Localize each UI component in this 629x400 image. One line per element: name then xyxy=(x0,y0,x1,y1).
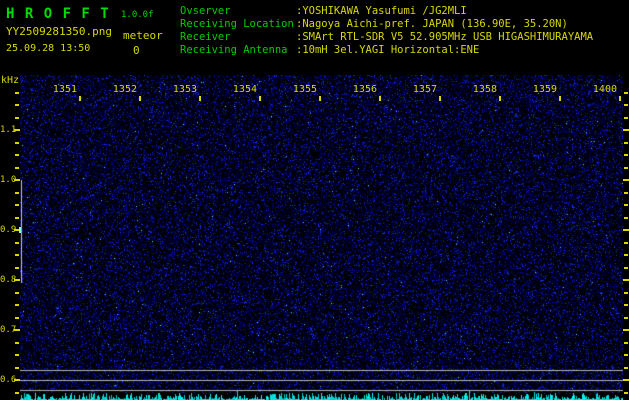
time-tick xyxy=(499,96,501,101)
location-row: Receiving Location :Nagoya Aichi-pref. J… xyxy=(0,18,629,30)
freq-minor-tick-right xyxy=(624,342,628,344)
freq-major-tick xyxy=(14,279,20,281)
time-tick-label: 1400 xyxy=(592,84,617,95)
freq-minor-tick xyxy=(15,392,19,394)
freq-tick-label: 0.8 xyxy=(0,275,17,285)
time-tick xyxy=(379,96,381,101)
time-tick xyxy=(199,96,201,101)
freq-minor-tick-right xyxy=(624,204,628,206)
freq-tick-label: 0.6 xyxy=(0,375,17,385)
freq-minor-tick xyxy=(15,104,19,106)
antenna-value: :10mH 3el.YAGI Horizontal:ENE xyxy=(296,44,480,56)
freq-minor-tick-right xyxy=(624,192,628,194)
antenna-row: Receiving Antenna :10mH 3el.YAGI Horizon… xyxy=(0,44,629,56)
observer-row: Ovserver :YOSHIKAWA Yasufumi /JG2MLI xyxy=(0,5,629,17)
antenna-label: Receiving Antenna xyxy=(180,44,288,56)
freq-tick-label: 1.0 xyxy=(0,175,17,185)
time-tick-label: 1358 xyxy=(472,84,497,95)
time-tick-label: 1353 xyxy=(172,84,197,95)
freq-minor-tick-right xyxy=(624,167,628,169)
time-tick xyxy=(139,96,141,101)
time-tick xyxy=(79,96,81,101)
receiver-row: Receiver :SMArt RTL-SDR V5 52.905MHz USB… xyxy=(0,31,629,43)
freq-minor-tick xyxy=(15,92,19,94)
freq-tick-label: 0.7 xyxy=(0,325,17,335)
time-tick-label: 1359 xyxy=(532,84,557,95)
freq-major-tick-right xyxy=(623,229,629,231)
freq-minor-tick xyxy=(15,254,19,256)
freq-minor-tick xyxy=(15,204,19,206)
freq-minor-tick-right xyxy=(624,317,628,319)
freq-minor-tick xyxy=(15,154,19,156)
time-tick-label: 1356 xyxy=(352,84,377,95)
freq-minor-tick xyxy=(15,367,19,369)
freq-minor-tick xyxy=(15,242,19,244)
freq-major-tick-right xyxy=(623,179,629,181)
time-tick xyxy=(319,96,321,101)
spectrogram-canvas xyxy=(20,75,623,400)
location-label: Receiving Location xyxy=(180,18,294,30)
freq-minor-tick xyxy=(15,304,19,306)
time-tick-label: 1357 xyxy=(412,84,437,95)
freq-minor-tick-right xyxy=(624,367,628,369)
freq-minor-tick-right xyxy=(624,154,628,156)
receiver-value: :SMArt RTL-SDR V5 52.905MHz USB HIGASHIM… xyxy=(296,31,594,43)
time-tick-label: 1355 xyxy=(292,84,317,95)
freq-minor-tick xyxy=(15,354,19,356)
freq-minor-tick-right xyxy=(624,354,628,356)
freq-minor-tick xyxy=(15,267,19,269)
observer-label: Ovserver xyxy=(180,5,231,17)
freq-minor-tick xyxy=(15,167,19,169)
time-tick xyxy=(619,96,621,101)
freq-minor-tick-right xyxy=(624,267,628,269)
freq-minor-tick-right xyxy=(624,392,628,394)
freq-minor-tick-right xyxy=(624,217,628,219)
freq-minor-tick xyxy=(15,317,19,319)
freq-major-tick xyxy=(14,179,20,181)
freq-major-tick-right xyxy=(623,329,629,331)
freq-minor-tick xyxy=(15,292,19,294)
freq-major-tick xyxy=(14,329,20,331)
freq-major-tick-right xyxy=(623,279,629,281)
time-tick xyxy=(259,96,261,101)
freq-minor-tick-right xyxy=(624,254,628,256)
freq-minor-tick xyxy=(15,217,19,219)
freq-minor-tick xyxy=(15,142,19,144)
freq-minor-tick xyxy=(15,342,19,344)
time-tick-label: 1352 xyxy=(112,84,137,95)
freq-minor-tick-right xyxy=(624,292,628,294)
location-value: :Nagoya Aichi-pref. JAPAN (136.90E, 35.2… xyxy=(296,18,568,30)
freq-minor-tick-right xyxy=(624,304,628,306)
observer-value: :YOSHIKAWA Yasufumi /JG2MLI xyxy=(296,5,467,17)
time-tick-label: 1351 xyxy=(52,84,77,95)
hrofft-window: H R O F F T 1.0.0f YY2509281350.png mete… xyxy=(0,0,629,400)
freq-minor-tick-right xyxy=(624,242,628,244)
time-tick xyxy=(559,96,561,101)
freq-minor-tick-right xyxy=(624,117,628,119)
freq-minor-tick-right xyxy=(624,92,628,94)
freq-major-tick-right xyxy=(623,129,629,131)
freq-major-tick-right xyxy=(623,379,629,381)
freq-tick-label: 0.9 xyxy=(0,225,17,235)
time-tick xyxy=(439,96,441,101)
khz-unit-label: kHz xyxy=(1,75,20,86)
freq-minor-tick-right xyxy=(624,142,628,144)
signal-speck xyxy=(19,227,21,233)
freq-minor-tick-right xyxy=(624,104,628,106)
freq-major-tick xyxy=(14,129,20,131)
freq-minor-tick xyxy=(15,117,19,119)
receiver-label: Receiver xyxy=(180,31,231,43)
freq-minor-tick xyxy=(15,192,19,194)
freq-major-tick xyxy=(14,379,20,381)
freq-tick-label: 1.1 xyxy=(0,125,17,135)
time-tick-label: 1354 xyxy=(232,84,257,95)
